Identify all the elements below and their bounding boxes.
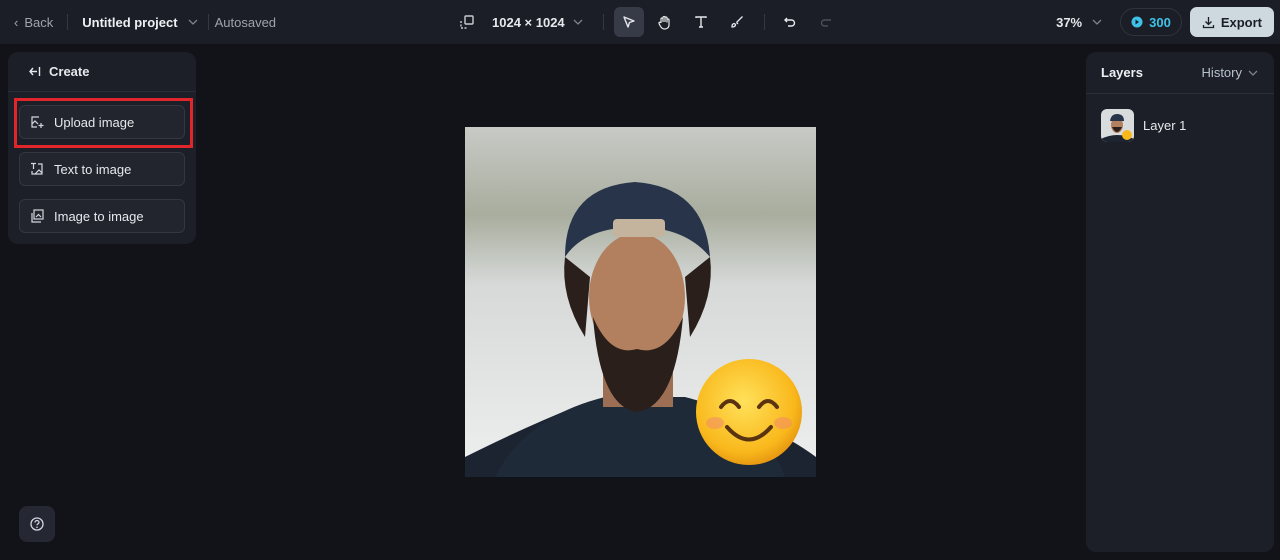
divider bbox=[763, 14, 765, 30]
top-bar: ‹ Back Untitled project Autosaved 1024 ×… bbox=[0, 0, 1280, 44]
layer-thumbnail bbox=[1101, 109, 1134, 142]
brush-tool-button[interactable] bbox=[722, 7, 752, 37]
canvas-image[interactable] bbox=[465, 127, 816, 477]
image-to-image-button[interactable]: Image to image bbox=[19, 199, 185, 233]
undo-button[interactable] bbox=[775, 7, 805, 37]
resize-canvas-icon[interactable] bbox=[460, 15, 474, 29]
help-icon bbox=[30, 517, 44, 531]
create-panel: Create Upload image Text to image Image … bbox=[8, 52, 196, 244]
chevron-down-icon bbox=[1248, 70, 1258, 76]
project-title-dropdown[interactable]: Untitled project bbox=[82, 15, 198, 30]
chevron-down-icon bbox=[188, 19, 198, 25]
canvas-size-dropdown[interactable]: 1024 × 1024 bbox=[492, 15, 583, 30]
chevron-down-icon bbox=[573, 19, 583, 25]
divider bbox=[67, 14, 69, 30]
divider bbox=[207, 14, 209, 30]
redo-button[interactable] bbox=[811, 7, 841, 37]
image-to-image-icon bbox=[31, 209, 44, 223]
cursor-icon bbox=[622, 16, 635, 28]
save-status: Autosaved bbox=[214, 14, 277, 30]
download-icon bbox=[1202, 16, 1214, 28]
text-icon bbox=[694, 16, 707, 28]
hand-icon bbox=[658, 15, 670, 30]
redo-icon bbox=[820, 19, 831, 27]
select-tool-button[interactable] bbox=[613, 7, 644, 37]
undo-icon bbox=[783, 17, 795, 27]
collapse-panel-icon bbox=[29, 67, 41, 76]
create-panel-header[interactable]: Create bbox=[8, 52, 196, 92]
brush-icon bbox=[731, 16, 743, 28]
layers-panel: Layers History Layer 1 bbox=[1086, 52, 1274, 552]
credit-coin-icon bbox=[1131, 16, 1143, 28]
divider bbox=[602, 14, 604, 30]
portrait-photo bbox=[465, 127, 816, 477]
zoom-dropdown[interactable]: 37% bbox=[1056, 15, 1102, 30]
layers-tab[interactable]: Layers bbox=[1101, 65, 1143, 80]
layer-name: Layer 1 bbox=[1143, 118, 1187, 133]
text-tool-button[interactable] bbox=[686, 7, 716, 37]
history-dropdown[interactable]: History bbox=[1202, 65, 1258, 80]
upload-image-highlight bbox=[14, 98, 193, 148]
chevron-down-icon bbox=[1092, 19, 1102, 25]
text-to-image-button[interactable]: Text to image bbox=[19, 152, 185, 186]
layer-item[interactable]: Layer 1 bbox=[1101, 109, 1186, 142]
hand-tool-button[interactable] bbox=[650, 7, 680, 37]
back-button[interactable]: ‹ Back bbox=[14, 15, 53, 30]
help-button[interactable] bbox=[19, 506, 55, 542]
text-to-image-icon bbox=[31, 162, 43, 175]
chevron-left-icon: ‹ bbox=[14, 14, 19, 30]
export-button[interactable]: Export bbox=[1189, 7, 1274, 37]
credits-badge[interactable]: 300 bbox=[1120, 8, 1182, 36]
